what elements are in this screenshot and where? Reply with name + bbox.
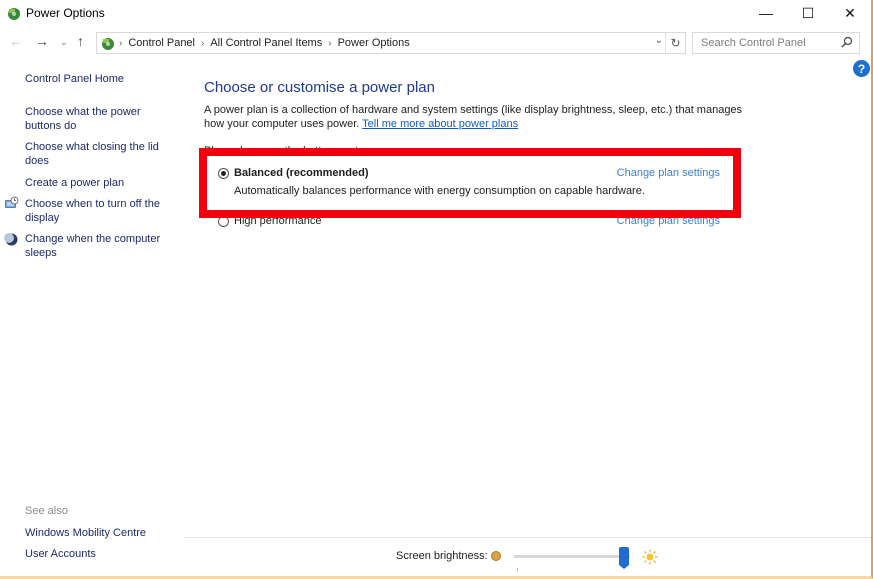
breadcrumb-separator-icon: ›	[119, 37, 123, 49]
plan-description: Automatically balances performance with …	[234, 185, 645, 197]
back-button[interactable]: ←	[9, 33, 23, 49]
breadcrumb-all-items[interactable]: All Control Panel Items	[210, 37, 322, 49]
sidebar-item-closing-lid[interactable]: Choose what closing the lid does	[25, 140, 170, 168]
navigation-bar: ← → ⌄ ↑ › Control Panel › All Control Pa…	[0, 30, 871, 56]
recent-locations-chevron-icon[interactable]: ⌄	[60, 37, 68, 48]
brightness-slider-tick	[517, 568, 518, 571]
see-also-heading: See also	[25, 505, 68, 517]
brightness-slider-track[interactable]	[514, 555, 630, 558]
brightness-slider-thumb[interactable]	[619, 547, 629, 569]
address-dropdown-icon[interactable]: ⌄	[655, 35, 663, 46]
up-button[interactable]: ↑	[77, 33, 84, 49]
sidebar: Control Panel Home Choose what the power…	[0, 60, 180, 575]
sidebar-item-create-plan[interactable]: Create a power plan	[25, 176, 170, 190]
minimize-button[interactable]: —	[744, 0, 788, 26]
help-button[interactable]: ?	[853, 60, 870, 77]
display-clock-icon	[5, 196, 19, 208]
screen-brightness-label: Screen brightness:	[396, 550, 488, 562]
sidebar-item-power-buttons[interactable]: Choose what the power buttons do	[25, 105, 170, 133]
maximize-button[interactable]: ☐	[786, 0, 830, 26]
close-icon: ✕	[844, 4, 856, 21]
refresh-icon: ↻	[670, 36, 681, 50]
breadcrumb-separator-icon[interactable]: ›	[328, 38, 331, 49]
see-also-user-accounts[interactable]: User Accounts	[25, 547, 170, 561]
plan-radio-balanced[interactable]	[218, 168, 229, 179]
title-bar: Power Options — ☐ ✕	[0, 0, 871, 28]
help-icon: ?	[857, 61, 866, 76]
change-plan-settings-link[interactable]: Change plan settings	[617, 167, 720, 179]
page-description: A power plan is a collection of hardware…	[204, 103, 764, 131]
maximize-icon: ☐	[801, 4, 815, 21]
window-title: Power Options	[26, 6, 105, 20]
see-also-mobility-centre[interactable]: Windows Mobility Centre	[25, 526, 170, 540]
minimize-icon: —	[759, 5, 773, 21]
breadcrumb-power-options[interactable]: Power Options	[338, 37, 410, 49]
plan-balanced[interactable]: Balanced (recommended) Change plan setti…	[218, 167, 720, 199]
close-button[interactable]: ✕	[828, 0, 872, 26]
learn-more-link[interactable]: Tell me more about power plans	[362, 118, 518, 130]
power-options-window: Power Options — ☐ ✕ ← → ⌄ ↑ › Control Pa…	[0, 0, 873, 579]
plan-name: Balanced (recommended)	[234, 167, 369, 179]
search-input[interactable]	[693, 33, 833, 53]
refresh-button[interactable]: ↻	[665, 33, 685, 53]
sidebar-control-panel-home[interactable]: Control Panel Home	[25, 72, 170, 86]
power-options-location-icon	[102, 38, 114, 50]
dim-brightness-icon	[491, 551, 501, 561]
breadcrumb-control-panel[interactable]: Control Panel	[128, 37, 195, 49]
sidebar-item-turn-off-display[interactable]: Choose when to turn off the display	[25, 197, 170, 225]
breadcrumb-separator-icon[interactable]: ›	[201, 38, 204, 49]
forward-button[interactable]: →	[35, 33, 49, 49]
page-title: Choose or customise a power plan	[204, 79, 435, 96]
moon-sleep-icon	[4, 233, 18, 246]
footer-divider	[184, 537, 871, 538]
power-options-app-icon	[8, 8, 20, 20]
search-icon[interactable]	[841, 36, 853, 48]
bright-sun-icon	[642, 549, 658, 565]
address-bar[interactable]: › Control Panel › All Control Panel Item…	[96, 32, 686, 54]
breadcrumb: › Control Panel › All Control Panel Item…	[119, 37, 410, 49]
search-box[interactable]	[692, 32, 860, 54]
sidebar-item-computer-sleeps[interactable]: Change when the computer sleeps	[25, 232, 170, 260]
